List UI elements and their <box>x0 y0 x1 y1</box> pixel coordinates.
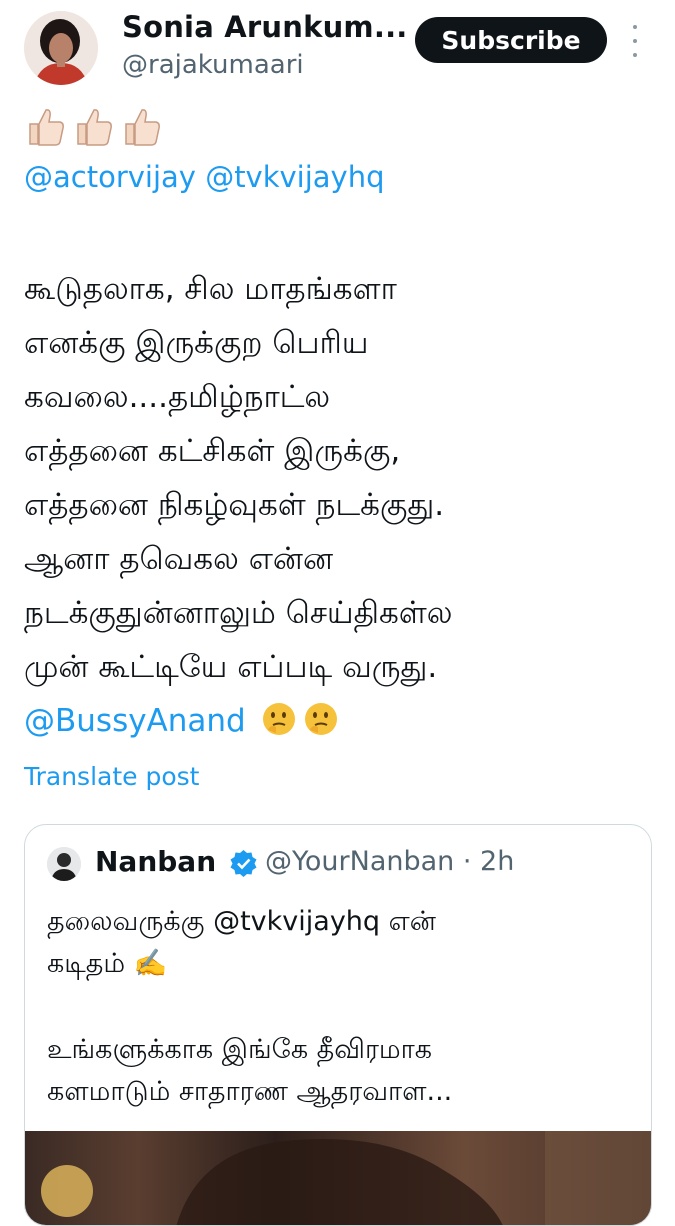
thinking-face-icon <box>262 703 295 735</box>
post-text-line: எனக்கு இருக்குற பெரிய <box>24 325 369 361</box>
post-text-line: முன் கூட்டியே எப்படி வருது. <box>24 649 438 685</box>
thumbs-up-icon <box>77 109 112 146</box>
thumbs-up-icon <box>29 109 64 146</box>
subscribe-button[interactable]: Subscribe <box>415 17 607 63</box>
post-text-line: எத்தனை கட்சிகள் இருக்கு, <box>24 433 401 469</box>
quoted-post-media[interactable] <box>25 1131 651 1225</box>
quoted-author-meta[interactable]: @YourNanban · 2h <box>265 846 514 877</box>
post-body: கூடுதலாக, சில மாதங்களா எனக்கு இருக்குற ப… <box>24 262 664 748</box>
quoted-post-body: தலைவருக்கு @tvkvijayhq என் கடிதம் ✍️ உங்… <box>47 901 637 1113</box>
quoted-author-avatar[interactable] <box>47 847 81 881</box>
post-text-line: கவலை....தமிழ்நாட்ல <box>24 379 331 415</box>
thumbs-up-icon <box>125 109 160 146</box>
quoted-author-handle: @YourNanban <box>265 846 455 877</box>
quoted-post-time: · 2h <box>462 846 515 877</box>
post-header: Sonia Arunkum... @rajakumaari Subscribe <box>0 0 675 100</box>
mention-links: @actorvijay @tvkvijayhq <box>24 160 385 194</box>
post-text-line: நடக்குதுன்னாலும் செய்திகள்ல <box>24 595 453 631</box>
post-text-line: எத்தனை நிகழ்வுகள் நடக்குது. <box>24 487 445 523</box>
more-options-icon[interactable] <box>624 25 646 57</box>
verified-badge-icon <box>230 850 257 877</box>
quoted-text-line: கடிதம் ✍️ <box>47 948 168 979</box>
mention-tvkvijayhq[interactable]: @tvkvijayhq <box>205 160 384 194</box>
quoted-text-line: உங்களுக்காக இங்கே தீவிரமாக <box>47 1034 433 1065</box>
translate-post-link[interactable]: Translate post <box>24 762 199 791</box>
author-handle[interactable]: @rajakumaari <box>122 50 304 80</box>
quoted-post-card[interactable]: Nanban @YourNanban · 2h தலைவருக்கு @tvkv… <box>24 824 652 1226</box>
post-text-line: கூடுதலாக, சில மாதங்களா <box>24 271 397 307</box>
thumbs-up-emoji-row <box>24 104 164 148</box>
mention-bussyanand[interactable]: @BussyAnand <box>24 703 246 739</box>
post-text-line: ஆனா தவெகல என்ன <box>24 541 334 577</box>
quoted-text-line: களமாடும் சாதாரண ஆதரவாள... <box>47 1076 453 1107</box>
thinking-face-icon <box>304 703 337 735</box>
author-avatar[interactable] <box>24 11 98 85</box>
post-text-line-last: @BussyAnand <box>24 694 664 748</box>
quoted-author-name[interactable]: Nanban <box>95 845 216 878</box>
quoted-text-line: தலைவருக்கு @tvkvijayhq என் <box>47 906 436 937</box>
mention-actorvijay[interactable]: @actorvijay <box>24 160 196 194</box>
author-name[interactable]: Sonia Arunkum... <box>122 10 408 44</box>
